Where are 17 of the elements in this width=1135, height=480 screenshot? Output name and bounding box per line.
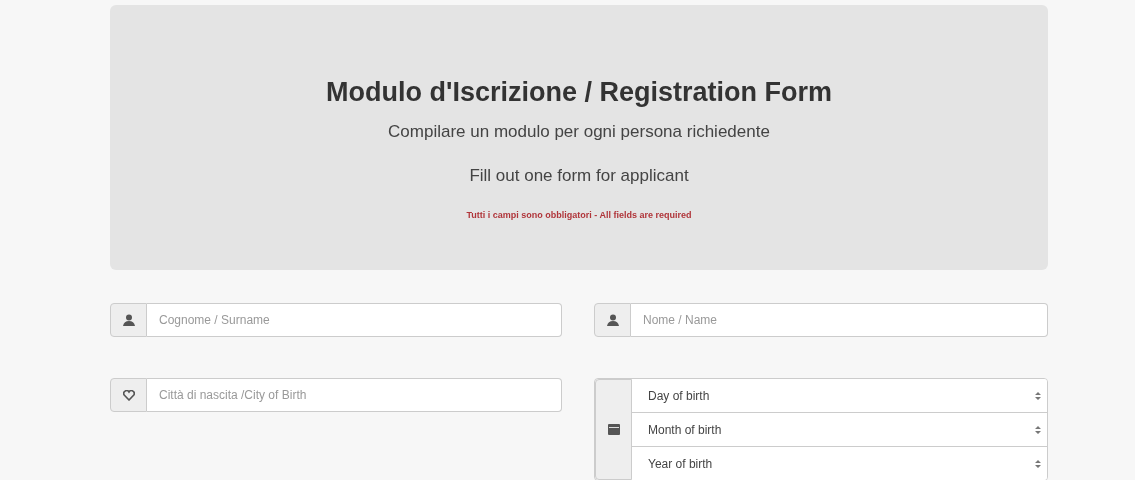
person-icon <box>122 314 135 326</box>
caret-icon <box>1035 459 1041 468</box>
input-field[interactable]: Nome / Name <box>631 303 1048 337</box>
form-instruction: Fill out one form for applicant <box>469 166 689 186</box>
person-icon <box>606 314 619 326</box>
form-title: Modulo d'Iscrizione / Registration Form <box>326 77 832 108</box>
input-field[interactable]: Città di nascita /City of Birth <box>147 378 562 412</box>
caret-icon <box>1035 425 1041 434</box>
dropdown[interactable]: Year of birth <box>632 447 1047 480</box>
form-subtitle: Compilare un modulo per ogni persona richiedente <box>388 122 770 142</box>
required-note: Tutti i campi sono obbligatori - All fields are required <box>466 210 692 220</box>
input-field[interactable]: Cognome / Surname <box>147 303 562 337</box>
calendar-icon <box>607 424 620 435</box>
dropdown[interactable]: Day of birth <box>632 379 1047 413</box>
dropdown[interactable]: Month of birth <box>632 413 1047 447</box>
caret-icon <box>1035 391 1041 400</box>
heart-icon <box>122 389 135 401</box>
